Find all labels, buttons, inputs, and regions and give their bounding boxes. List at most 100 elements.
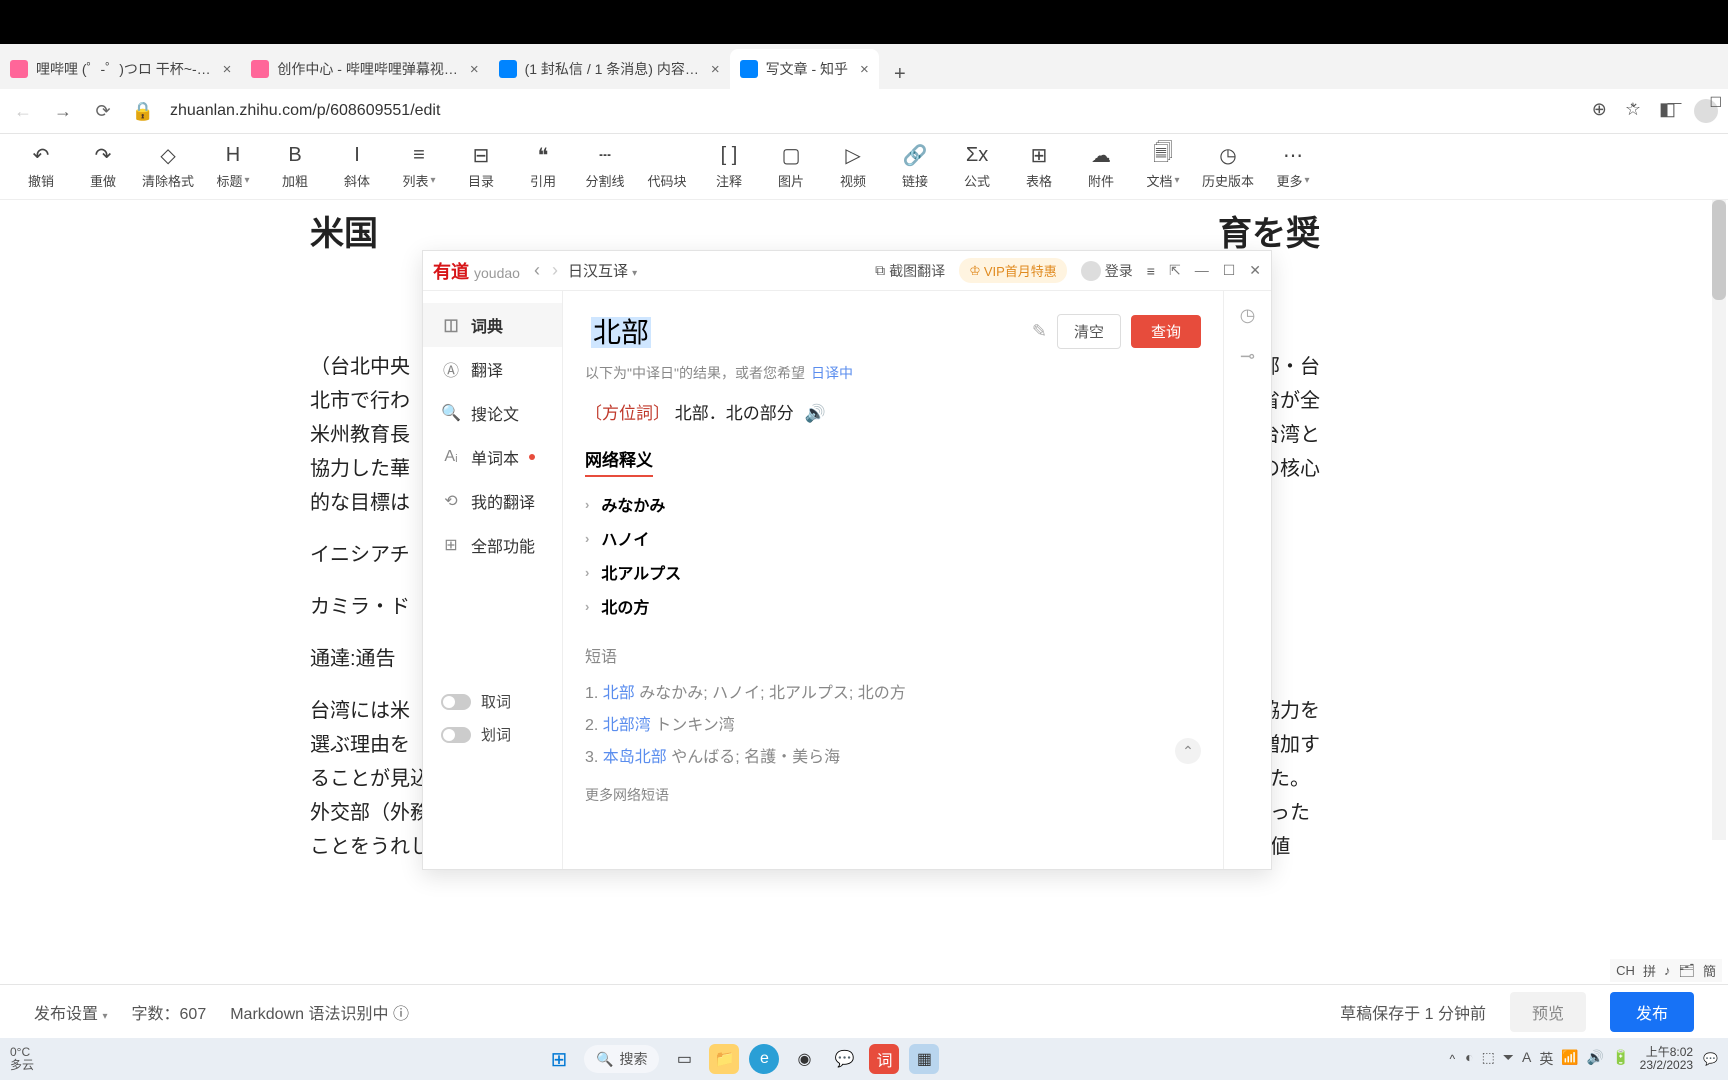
tray-icon[interactable]: ⏷: [1503, 1049, 1514, 1069]
toolbar-toc[interactable]: ⊟目录: [452, 143, 510, 190]
handwrite-icon[interactable]: ✎: [1032, 321, 1047, 342]
phrase-item[interactable]: 2. 北部湾 トンキン湾: [585, 707, 1201, 739]
sidebar-item-单词本[interactable]: Aᵢ单词本: [423, 435, 562, 479]
search-button[interactable]: 查询: [1131, 315, 1201, 348]
battery-icon[interactable]: 🔋: [1612, 1049, 1629, 1069]
help-icon[interactable]: ⓘ: [393, 1006, 409, 1023]
toolbar-quote[interactable]: ❝引用: [514, 143, 572, 190]
minimize-icon[interactable]: —: [1667, 94, 1681, 111]
new-tab-button[interactable]: +: [885, 59, 915, 89]
toolbar-video[interactable]: ▷视频: [824, 143, 882, 190]
publish-settings[interactable]: 发布设置 ▾: [34, 1000, 108, 1024]
browser-tab[interactable]: (1 封私信 / 1 条消息) 内容… ×: [489, 49, 730, 89]
phrase-item[interactable]: 1. 北部 みなかみ; ハノイ; 北アルプス; 北の方: [585, 675, 1201, 707]
toolbar-attachment[interactable]: ☁附件: [1072, 143, 1130, 190]
wechat-icon[interactable]: 💬: [829, 1044, 859, 1074]
close-icon[interactable]: ×: [470, 61, 479, 78]
sidebar-item-全部功能[interactable]: ⊞全部功能: [423, 523, 562, 567]
pin-icon[interactable]: ⇱: [1169, 262, 1181, 279]
reload-button[interactable]: ⟳: [90, 98, 116, 124]
more-phrases-link[interactable]: 更多网络短语: [585, 785, 1201, 805]
collapse-icon[interactable]: ⌃: [1175, 738, 1201, 764]
toolbar-annotation[interactable]: [ ]注释: [700, 143, 758, 190]
toolbar-table[interactable]: ⊞表格: [1010, 143, 1068, 190]
search-input[interactable]: 北部: [585, 307, 1022, 355]
chevron-down-icon[interactable]: ⌄: [1628, 94, 1640, 111]
forward-icon[interactable]: ›: [552, 260, 558, 281]
zoom-icon[interactable]: ⊕: [1592, 99, 1607, 123]
youdao-app-icon[interactable]: 词: [869, 1044, 899, 1074]
forward-button[interactable]: →: [50, 98, 76, 124]
sidebar-item-我的翻译[interactable]: ⟲我的翻译: [423, 479, 562, 523]
maximize-icon[interactable]: ☐: [1223, 262, 1236, 279]
volume-icon[interactable]: 🔊: [1587, 1049, 1604, 1069]
history-icon[interactable]: ◷: [1240, 305, 1256, 326]
ime-indicator[interactable]: ♪: [1664, 963, 1671, 978]
browser-tab[interactable]: 哩哔哩 (゜-゜)つロ 干杯~-… ×: [0, 49, 241, 89]
weather-widget[interactable]: 0°C 多云: [10, 1046, 34, 1072]
ime-language-bar[interactable]: CH 拼 ♪ 🗂 簡: [1610, 959, 1722, 982]
toolbar-bold[interactable]: B加粗: [266, 143, 324, 190]
wifi-icon[interactable]: 📶: [1561, 1049, 1578, 1069]
vip-badge[interactable]: ♔VIP首月特惠: [959, 258, 1067, 283]
back-icon[interactable]: ‹: [534, 260, 540, 281]
ime-icon[interactable]: A: [1522, 1049, 1531, 1069]
toolbar-link[interactable]: 🔗链接: [886, 143, 944, 190]
ime-mode-icon[interactable]: 英: [1539, 1049, 1553, 1069]
phrase-item[interactable]: 3. 本岛北部 やんばる; 名護・美ら海: [585, 739, 1201, 771]
ime-indicator[interactable]: 簡: [1703, 961, 1716, 980]
web-definition-item[interactable]: ›北アルプス: [585, 555, 1201, 589]
taskbar-search[interactable]: 🔍搜索: [584, 1045, 659, 1073]
language-selector[interactable]: 日汉互译 ▾: [568, 260, 637, 281]
login-button[interactable]: 登录: [1081, 261, 1133, 281]
edge-icon[interactable]: e: [749, 1044, 779, 1074]
url-field[interactable]: zhuanlan.zhihu.com/p/608609551/edit: [170, 102, 1578, 120]
menu-icon[interactable]: ≡: [1147, 263, 1155, 279]
web-definition-item[interactable]: ›みなかみ: [585, 487, 1201, 521]
toolbar-formula[interactable]: Σx公式: [948, 143, 1006, 190]
toolbar-more[interactable]: ⋯更多▾: [1264, 143, 1322, 190]
close-icon[interactable]: ×: [711, 61, 720, 78]
clock[interactable]: 上午8:02 23/2/2023: [1640, 1046, 1693, 1072]
app-icon[interactable]: ▦: [909, 1044, 939, 1074]
chrome-icon[interactable]: ◉: [789, 1044, 819, 1074]
close-icon[interactable]: ✕: [1249, 262, 1261, 279]
toolbar-list[interactable]: ≡列表▾: [390, 143, 448, 190]
ime-indicator[interactable]: 拼: [1643, 961, 1656, 980]
tray-icon[interactable]: ⬚: [1482, 1049, 1495, 1069]
toolbar-history[interactable]: ◷历史版本: [1196, 143, 1260, 190]
sidebar-item-搜论文[interactable]: 🔍搜论文: [423, 391, 562, 435]
ime-indicator[interactable]: CH: [1616, 963, 1635, 978]
close-icon[interactable]: ×: [223, 61, 232, 78]
notifications-icon[interactable]: 💬: [1703, 1052, 1718, 1066]
close-icon[interactable]: ×: [860, 61, 869, 78]
minimize-icon[interactable]: —: [1195, 262, 1209, 279]
toggle-pick-word[interactable]: 取词: [441, 691, 544, 712]
speaker-icon[interactable]: 🔊: [804, 404, 825, 423]
toolbar-italic[interactable]: I斜体: [328, 143, 386, 190]
sidebar-item-翻译[interactable]: Ⓐ翻译: [423, 347, 562, 391]
toolbar-undo[interactable]: ↶撤销: [12, 143, 70, 190]
scrollbar[interactable]: [1712, 200, 1726, 840]
maximize-icon[interactable]: ☐: [1709, 94, 1722, 111]
web-definition-item[interactable]: ›ハノイ: [585, 521, 1201, 555]
start-button[interactable]: ⊞: [544, 1044, 574, 1074]
web-definition-item[interactable]: ›北の方: [585, 589, 1201, 623]
article-body[interactable]: 米国xxxxxxxxxxxxxxxxxxxxxxxxxxxxxxxxxxxxxx…: [0, 200, 1380, 218]
browser-tab-active[interactable]: 写文章 - 知乎 ×: [730, 49, 879, 89]
sidebar-item-词典[interactable]: ◫词典: [423, 303, 562, 347]
ime-indicator[interactable]: 🗂: [1678, 963, 1695, 979]
tray-icon[interactable]: ◐: [1465, 1049, 1473, 1069]
toggle-select-word[interactable]: 划词: [441, 724, 544, 745]
toolbar-codeblock[interactable]: 代码块: [638, 143, 696, 190]
toolbar-image[interactable]: ▢图片: [762, 143, 820, 190]
toolbar-heading[interactable]: H标题▾: [204, 143, 262, 190]
toolbar-clear-format[interactable]: ◇清除格式: [136, 143, 200, 190]
task-view-icon[interactable]: ▭: [669, 1044, 699, 1074]
toolbar-redo[interactable]: ↷重做: [74, 143, 132, 190]
back-button[interactable]: ←: [10, 98, 36, 124]
chevron-up-icon[interactable]: ^: [1449, 1052, 1455, 1066]
browser-tab[interactable]: 创作中心 - 哔哩哔哩弹幕视… ×: [241, 49, 488, 89]
toolbar-doc[interactable]: 🗐文档▾: [1134, 143, 1192, 190]
settings-icon[interactable]: ⊸: [1240, 346, 1255, 367]
